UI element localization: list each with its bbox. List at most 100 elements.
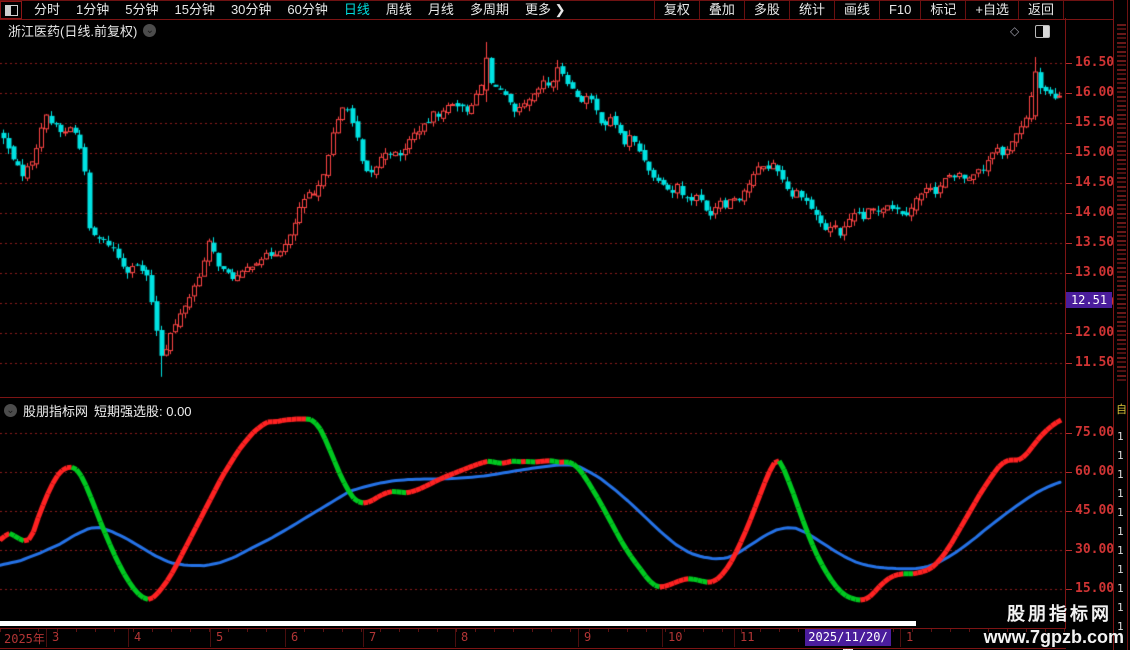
price-label: 15.50 (1075, 115, 1115, 130)
price-tick (1066, 243, 1072, 244)
price-tick (1066, 213, 1072, 214)
indicator-tick (1066, 589, 1072, 590)
clipped-digit: 1 (1117, 487, 1124, 500)
month-label: 1 (906, 630, 914, 644)
price-tick (1066, 363, 1072, 364)
period-tabs: 分时 1分钟 5分钟 15分钟 30分钟 60分钟 日线 周线 月线 多周期 更多 ❯ (22, 1, 654, 19)
price-label: 12.00 (1075, 325, 1115, 340)
action-button[interactable]: 标记 (920, 1, 965, 19)
price-tick (1066, 123, 1072, 124)
indicator-site-label: 股朋指标网 (23, 404, 89, 419)
period-toolbar: 分时 1分钟 5分钟 15分钟 30分钟 60分钟 日线 周线 月线 多周期 更多 ❯ 复权 叠加 多股… (0, 0, 1130, 20)
price-tick (1066, 333, 1072, 334)
price-label: 14.00 (1075, 205, 1115, 220)
indicator-label: 30.00 (1075, 542, 1115, 557)
clipped-digit: 1 (1117, 525, 1124, 538)
period-tab[interactable]: 30分钟 (223, 1, 279, 19)
action-button[interactable]: 多股 (743, 1, 789, 19)
clipped-digit: 1 (1117, 506, 1124, 519)
month-separator (662, 629, 663, 647)
clipped-right-panel: 自 11111111111 (1113, 0, 1130, 650)
period-tab[interactable]: 60分钟 (279, 1, 335, 19)
action-button[interactable]: 统计 (788, 1, 834, 19)
price-label: 13.50 (1075, 235, 1115, 250)
month-label: 7 (369, 630, 377, 644)
period-tab[interactable]: 多周期 (462, 1, 517, 19)
crosshair-date-tag: 2025/11/20/四 (805, 629, 891, 650)
action-buttons: 复权 叠加 多股 统计 画线 F10 标记 +自选 返回 (653, 1, 1064, 19)
action-button[interactable]: 复权 (653, 1, 699, 19)
chevron-down-icon[interactable]: ⌄ (4, 404, 17, 417)
clipped-digit: 1 (1117, 449, 1124, 462)
period-tab[interactable]: 日线 (336, 1, 378, 19)
year-label: 2025年 (4, 632, 45, 646)
clipped-digit: 1 (1117, 563, 1124, 576)
month-label: 10 (668, 630, 683, 644)
month-separator (128, 629, 129, 647)
stock-app-window: 分时 1分钟 5分钟 15分钟 30分钟 60分钟 日线 周线 月线 多周期 更多 ❯ 复权 叠加 多股… (0, 0, 1130, 650)
month-label: 8 (461, 630, 469, 644)
clipped-digit: 1 (1117, 582, 1124, 595)
window-layout-icon[interactable] (0, 1, 22, 19)
price-tick (1066, 93, 1072, 94)
period-tab[interactable]: 更多 ❯ (517, 1, 574, 19)
indicator-tick (1066, 511, 1072, 512)
price-label: 16.50 (1075, 55, 1115, 70)
price-label: 15.00 (1075, 145, 1115, 160)
watermark: 股朋指标网 www.7gpzb.com (984, 600, 1124, 648)
watermark-url: www.7gpzb.com (983, 627, 1124, 647)
period-tab[interactable]: 分时 (26, 1, 68, 19)
indicator-header: ⌄ 股朋指标网 短期强选股: 0.00 (4, 401, 192, 420)
candlestick-chart[interactable] (0, 18, 1066, 398)
indicator-label: 75.00 (1075, 425, 1115, 440)
month-label: 11 (740, 630, 755, 644)
month-label: 5 (216, 630, 224, 644)
month-separator (734, 629, 735, 647)
price-label: 16.00 (1075, 85, 1115, 100)
indicator-label: 15.00 (1075, 581, 1115, 596)
indicator-chart[interactable] (0, 399, 1066, 627)
period-tab[interactable]: 15分钟 (166, 1, 222, 19)
price-tick (1066, 273, 1072, 274)
month-separator (210, 629, 211, 647)
clipped-digit: 1 (1117, 544, 1124, 557)
price-label: 11.50 (1075, 355, 1115, 370)
action-button[interactable]: 叠加 (698, 1, 744, 19)
indicator-value-label: 短期强选股: 0.00 (94, 404, 192, 419)
clipped-vertical-text (1117, 24, 1126, 384)
month-separator (46, 629, 47, 647)
clipped-char: 自 (1116, 404, 1127, 416)
period-tab[interactable]: 周线 (378, 1, 420, 19)
indicator-label: 45.00 (1075, 503, 1115, 518)
month-separator (578, 629, 579, 647)
indicator-tick (1066, 472, 1072, 473)
period-tab[interactable]: 5分钟 (117, 1, 166, 19)
crosshair-price-tag: 12.51 (1066, 292, 1112, 308)
action-button[interactable]: 返回 (1017, 1, 1064, 19)
month-separator (285, 629, 286, 647)
price-tick (1066, 63, 1072, 64)
panel-divider (0, 397, 1130, 398)
watermark-site: 股朋指标网 (1007, 604, 1112, 624)
horizontal-scrollbar[interactable] (0, 621, 916, 626)
month-label: 3 (52, 630, 60, 644)
period-tab[interactable]: 月线 (420, 1, 462, 19)
month-separator (363, 629, 364, 647)
period-tab[interactable]: 1分钟 (68, 1, 117, 19)
month-label: 6 (291, 630, 299, 644)
action-button[interactable]: +自选 (965, 1, 1018, 19)
month-label: 9 (584, 630, 592, 644)
month-separator (900, 629, 901, 647)
action-button[interactable]: 画线 (833, 1, 879, 19)
price-tick (1066, 153, 1072, 154)
indicator-tick (1066, 550, 1072, 551)
action-button[interactable]: F10 (878, 1, 920, 19)
month-label: 4 (134, 630, 142, 644)
price-label: 13.00 (1075, 265, 1115, 280)
indicator-label: 60.00 (1075, 464, 1115, 479)
month-separator (455, 629, 456, 647)
clipped-digit: 1 (1117, 430, 1124, 443)
clipped-digit: 1 (1117, 468, 1124, 481)
price-tick (1066, 183, 1072, 184)
price-label: 14.50 (1075, 175, 1115, 190)
